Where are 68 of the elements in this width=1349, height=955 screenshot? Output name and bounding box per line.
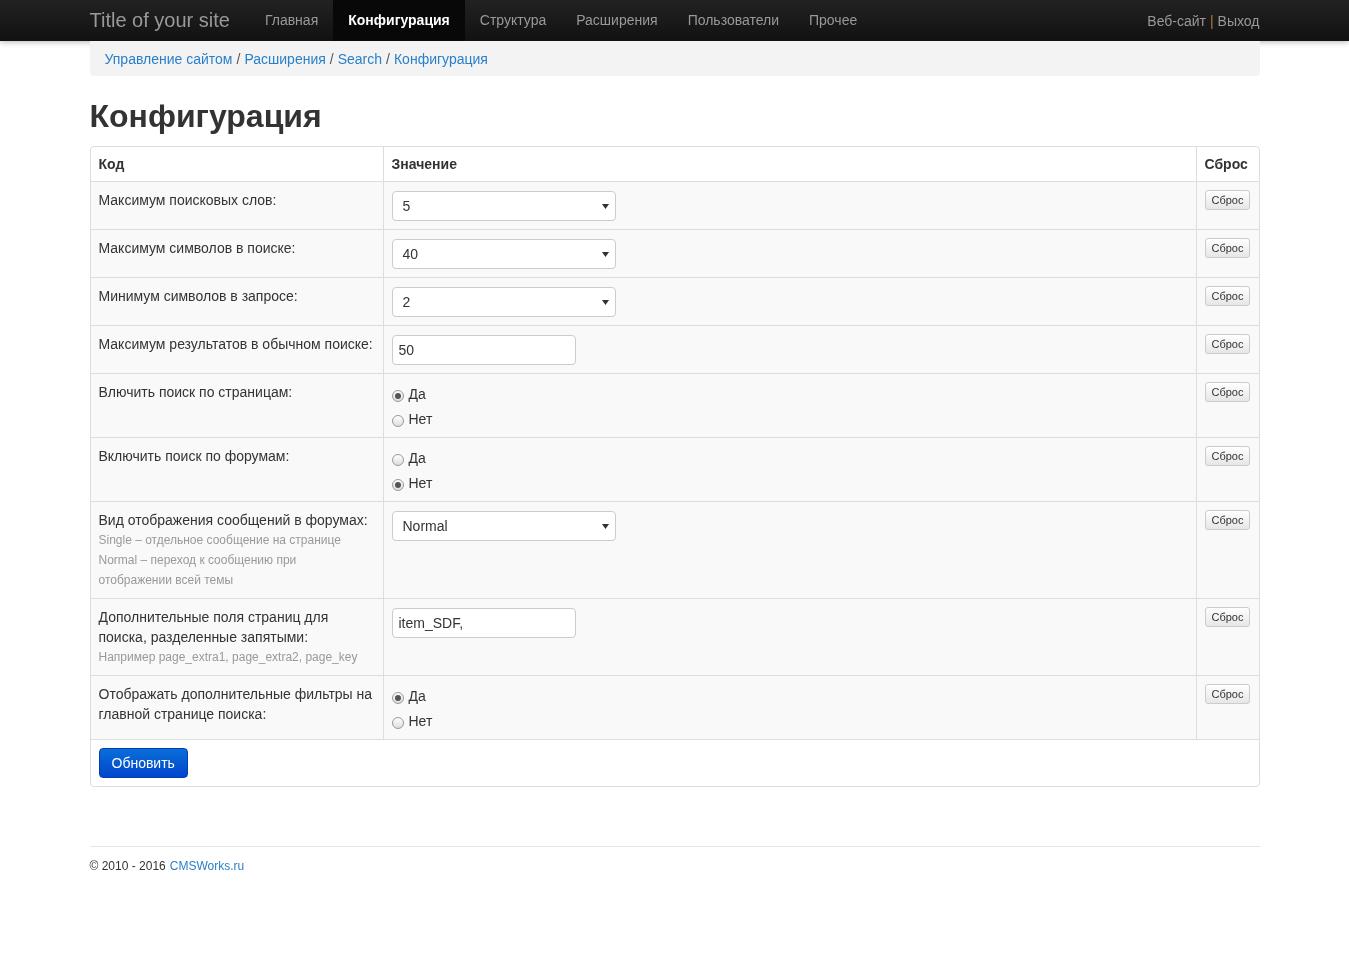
caret-icon [601, 203, 609, 209]
setting-label: Максимум поисковых слов: [98, 191, 278, 210]
column-header: Значение [391, 156, 457, 172]
website-link[interactable]: Веб-сайт [1147, 12, 1206, 29]
setting-label: Максимум результатов в обычном поиске: [98, 335, 374, 354]
reset-button[interactable]: Сброс [1204, 382, 1251, 402]
logout-link[interactable]: Выход [1217, 12, 1260, 29]
radio-label: Нет [408, 411, 433, 427]
caret-icon [601, 251, 609, 257]
setting-label: Минимум символов в запросе: [98, 287, 299, 306]
setting-label: Дополнительные поля страниц для поиска, разделенные запятыми: [98, 608, 330, 647]
site-title-link[interactable]: Title of your site [89, 0, 230, 41]
radio-label: Да [408, 386, 426, 402]
reset-button[interactable]: Сброс [1204, 238, 1251, 258]
setting-label: Влючить поиск по страницам: [98, 383, 294, 402]
footer-link[interactable]: CMSWorks.ru [169, 859, 245, 873]
caret-icon [601, 523, 609, 529]
radio-button[interactable] [391, 479, 404, 491]
breadcrumb-separator: / [329, 50, 334, 67]
reset-button[interactable]: Сброс [1204, 446, 1251, 466]
breadcrumb-link[interactable]: Конфигурация [393, 50, 488, 67]
setting-hint: Normal – переход к сообщению при [98, 552, 298, 569]
radio-button[interactable] [391, 415, 404, 427]
radio-label: Да [408, 688, 426, 704]
radio-label: Да [408, 450, 426, 466]
dropdown-select[interactable]: 5 [391, 191, 616, 221]
dropdown-select[interactable]: 40 [391, 239, 616, 269]
nav-tab[interactable]: Прочее [794, 0, 873, 41]
reset-button[interactable]: Сброс [1204, 190, 1251, 210]
dropdown-select[interactable]: 2 [391, 287, 616, 317]
radio-label: Нет [408, 713, 433, 729]
breadcrumb-link[interactable]: Search [337, 50, 383, 67]
nav-tab[interactable]: Конфигурация [333, 0, 465, 41]
setting-label: Включить поиск по форумам: [98, 447, 291, 466]
nav-separator: | [1209, 12, 1214, 29]
reset-button[interactable]: Сброс [1204, 607, 1251, 627]
page-title: Конфигурация [89, 98, 323, 134]
setting-hint: Single – отдельное сообщение на странице [98, 532, 342, 549]
caret-icon [601, 299, 609, 305]
nav-tab[interactable]: Расширения [561, 0, 673, 41]
breadcrumb-link[interactable]: Управление сайтом [104, 50, 233, 67]
column-header: Сброс [1204, 156, 1248, 172]
reset-button[interactable]: Сброс [1204, 684, 1251, 704]
dropdown-select[interactable]: Normal [391, 511, 616, 541]
setting-label: Максимум символов в поиске: [98, 239, 297, 258]
setting-label: Вид отображения сообщений в форумах: [98, 511, 369, 530]
copyright-text: © 2010 - 2016 [89, 859, 166, 873]
text-input-field[interactable]: 50 [391, 335, 576, 365]
setting-hint: отображении всей темы [98, 572, 235, 589]
breadcrumb-separator: / [236, 50, 241, 67]
radio-button[interactable] [391, 692, 404, 704]
text-input-field[interactable]: item_SDF, [391, 608, 576, 638]
breadcrumb-separator: / [386, 50, 390, 67]
reset-button[interactable]: Сброс [1204, 286, 1251, 306]
column-header: Код [98, 156, 125, 172]
setting-label: Отображать дополнительные фильтры на главной странице поиска: [98, 685, 374, 724]
breadcrumb-link[interactable]: Расширения [244, 50, 326, 67]
reset-button[interactable]: Сброс [1204, 510, 1251, 530]
radio-button[interactable] [391, 454, 404, 466]
nav-tab[interactable]: Главная [249, 0, 334, 41]
radio-label: Нет [408, 475, 433, 491]
radio-button[interactable] [391, 717, 404, 729]
reset-button[interactable]: Сброс [1204, 334, 1251, 354]
radio-button[interactable] [391, 390, 404, 402]
update-button[interactable]: Обновить [98, 748, 188, 778]
nav-tab[interactable]: Структура [464, 0, 562, 41]
setting-hint: Например page_extra1, page_extra2, page_key [98, 649, 359, 666]
nav-tab[interactable]: Пользователи [672, 0, 794, 41]
